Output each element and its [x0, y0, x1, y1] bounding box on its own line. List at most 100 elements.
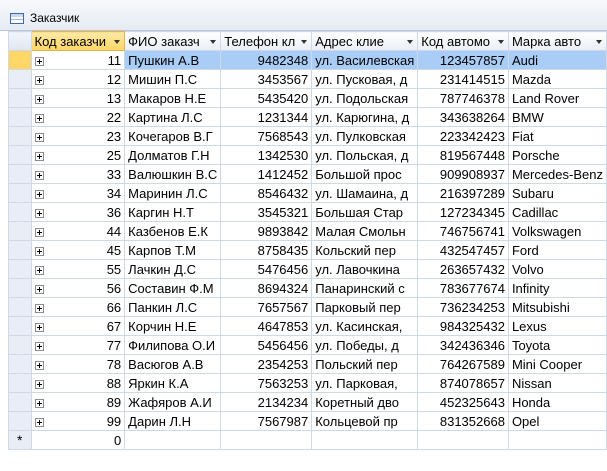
cell-address[interactable]: ул. Касинская, [311, 316, 419, 336]
cell-id[interactable]: 77 [30, 335, 126, 355]
column-header-id[interactable]: Код заказчи [30, 31, 126, 51]
cell-id[interactable]: 88 [30, 373, 126, 393]
cell-id[interactable]: 25 [30, 145, 126, 165]
cell-address[interactable]: ул. Карюгина, д [311, 107, 419, 127]
cell-name[interactable]: Мишин П.С [124, 69, 222, 89]
cell-address[interactable]: ул. Шамаина, д [311, 183, 419, 203]
table-row[interactable]: 44 Казбенов Е.К 9893842 Малая Смольн 7467567… [8, 221, 607, 241]
cell-id[interactable]: 44 [30, 221, 126, 241]
cell-id[interactable]: 33 [30, 164, 126, 184]
row-selector[interactable] [8, 202, 32, 222]
row-selector[interactable] [8, 145, 32, 165]
cell-address[interactable]: Кольский пер [311, 240, 419, 260]
cell-brand[interactable]: Mitsubishi [507, 297, 607, 317]
cell-phone[interactable]: 4647853 [220, 316, 313, 336]
dropdown-arrow-icon[interactable] [301, 40, 308, 44]
expand-plus-icon[interactable] [34, 189, 44, 199]
cell-name[interactable]: Кочегаров В.Г [124, 126, 222, 146]
table-row[interactable]: 45 Карпов Т.М 8758435 Кольский пер 432547457… [8, 240, 607, 260]
tab-zakazchik[interactable]: Заказчик [0, 5, 140, 31]
cell-id[interactable]: 34 [30, 183, 126, 203]
cell-id[interactable]: 89 [30, 392, 126, 412]
cell-brand[interactable]: Nissan [507, 373, 607, 393]
new-cell-id[interactable]: 0 [30, 430, 126, 450]
cell-address[interactable]: Кольцевой пр [311, 411, 419, 431]
new-cell-name[interactable] [124, 430, 222, 450]
cell-brand[interactable]: Mazda [507, 69, 607, 89]
dropdown-arrow-icon[interactable] [407, 40, 414, 44]
cell-id[interactable]: 55 [30, 259, 126, 279]
table-row[interactable]: 56 Составин Ф.М 8694324 Панаринский с 783677… [8, 278, 607, 298]
table-row[interactable]: 78 Васюгов А.В 2354253 Польский пер 76426758… [8, 354, 607, 374]
row-selector[interactable] [8, 259, 32, 279]
cell-name[interactable]: Жафяров А.И [124, 392, 222, 412]
cell-id[interactable]: 13 [30, 88, 126, 108]
cell-brand[interactable]: BMW [507, 107, 607, 127]
cell-phone[interactable]: 7567987 [220, 411, 313, 431]
cell-car_code[interactable]: 123457857 [417, 50, 509, 70]
cell-car_code[interactable]: 831352668 [417, 411, 509, 431]
row-selector[interactable] [8, 297, 32, 317]
table-row[interactable]: 36 Каргин Н.Т 3545321 Большая Стар 127234345… [8, 202, 607, 222]
cell-car_code[interactable]: 746756741 [417, 221, 509, 241]
table-row[interactable]: 66 Панкин Л.С 7657567 Парковый пер 736234253… [8, 297, 607, 317]
cell-car_code[interactable]: 127234345 [417, 202, 509, 222]
cell-phone[interactable]: 9893842 [220, 221, 313, 241]
row-selector[interactable] [8, 316, 32, 336]
cell-phone[interactable]: 9482348 [220, 50, 313, 70]
cell-address[interactable]: Большой прос [311, 164, 419, 184]
cell-id[interactable]: 78 [30, 354, 126, 374]
cell-car_code[interactable]: 819567448 [417, 145, 509, 165]
cell-brand[interactable]: Lexus [507, 316, 607, 336]
expand-plus-icon[interactable] [34, 227, 44, 237]
row-selector[interactable] [8, 126, 32, 146]
table-row[interactable]: 13 Макаров Н.Е 5435420 ул. Подольская 787746… [8, 88, 607, 108]
cell-address[interactable]: Панаринский с [311, 278, 419, 298]
cell-phone[interactable]: 1342530 [220, 145, 313, 165]
expand-plus-icon[interactable] [34, 132, 44, 142]
row-selector[interactable] [8, 183, 32, 203]
cell-car_code[interactable]: 452325643 [417, 392, 509, 412]
expand-plus-icon[interactable] [34, 208, 44, 218]
cell-phone[interactable]: 3453567 [220, 69, 313, 89]
cell-name[interactable]: Пушкин А.В [124, 50, 222, 70]
row-selector[interactable] [8, 411, 32, 431]
cell-car_code[interactable]: 263657432 [417, 259, 509, 279]
cell-name[interactable]: Корчин Н.Е [124, 316, 222, 336]
expand-plus-icon[interactable] [34, 113, 44, 123]
cell-brand[interactable]: Mercedes-Benz [507, 164, 607, 184]
cell-phone[interactable]: 7563253 [220, 373, 313, 393]
cell-address[interactable]: ул. Лавочкина [311, 259, 419, 279]
column-header-phone[interactable]: Телефон кл [220, 31, 313, 51]
dropdown-arrow-icon[interactable] [497, 40, 504, 44]
expand-plus-icon[interactable] [34, 322, 44, 332]
table-row[interactable]: 12 Мишин П.С 3453567 ул. Пусковая, д 2314145… [8, 69, 607, 89]
cell-brand[interactable]: Volkswagen [507, 221, 607, 241]
cell-name[interactable]: Яркин К.А [124, 373, 222, 393]
row-selector[interactable] [8, 335, 32, 355]
cell-address[interactable]: ул. Победы, д [311, 335, 419, 355]
expand-plus-icon[interactable] [34, 379, 44, 389]
expand-plus-icon[interactable] [34, 56, 44, 66]
cell-name[interactable]: Картина Л.С [124, 107, 222, 127]
expand-plus-icon[interactable] [34, 417, 44, 427]
cell-phone[interactable]: 8694324 [220, 278, 313, 298]
new-record-row[interactable]: * 0 [8, 430, 607, 450]
cell-car_code[interactable]: 783677674 [417, 278, 509, 298]
cell-id[interactable]: 99 [30, 411, 126, 431]
new-cell-brand[interactable] [507, 430, 607, 450]
cell-id[interactable]: 56 [30, 278, 126, 298]
datasheet-grid[interactable]: Код заказчи ФИО заказч Телефон кл Адрес кли… [8, 31, 607, 471]
cell-address[interactable]: Малая Смольн [311, 221, 419, 241]
expand-plus-icon[interactable] [34, 170, 44, 180]
expand-plus-icon[interactable] [34, 151, 44, 161]
cell-brand[interactable]: Land Rover [507, 88, 607, 108]
cell-id[interactable]: 12 [30, 69, 126, 89]
column-header-name[interactable]: ФИО заказч [124, 31, 222, 51]
cell-brand[interactable]: Volvo [507, 259, 607, 279]
cell-address[interactable]: Коретный дво [311, 392, 419, 412]
cell-car_code[interactable]: 874078657 [417, 373, 509, 393]
cell-id[interactable]: 23 [30, 126, 126, 146]
select-all-corner[interactable] [8, 31, 32, 51]
cell-phone[interactable]: 8758435 [220, 240, 313, 260]
